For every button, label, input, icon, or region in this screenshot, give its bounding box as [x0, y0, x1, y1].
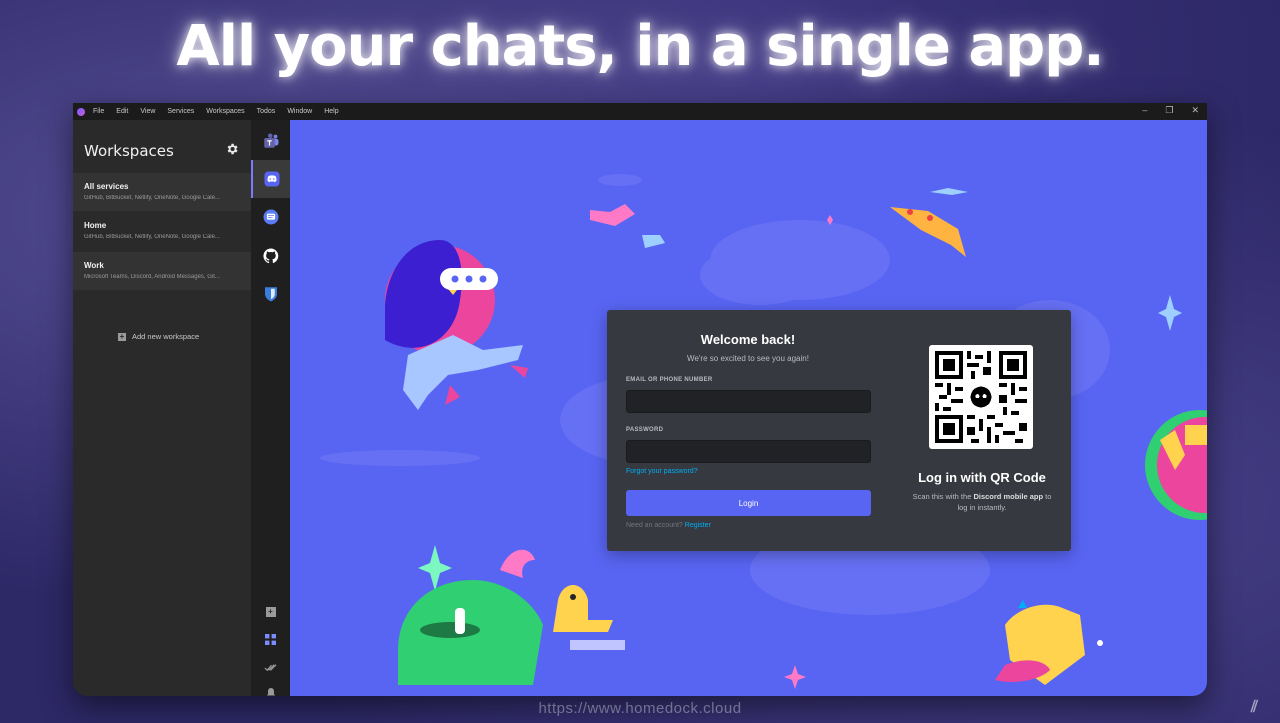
notifications-button[interactable] — [251, 680, 290, 696]
workspaces-sidebar: Workspaces All services GitHub, BitBucke… — [73, 120, 251, 696]
menu-edit[interactable]: Edit — [116, 108, 128, 115]
grid-icon — [265, 633, 276, 645]
workspace-services: Microsoft Teams, Discord, Android Messag… — [84, 274, 220, 280]
login-button[interactable]: Login — [626, 490, 871, 516]
watermark-logo-icon: ⫽ — [1250, 699, 1258, 716]
close-icon[interactable]: ✕ — [1191, 105, 1199, 116]
qr-code — [929, 345, 1033, 449]
double-check-icon — [264, 663, 277, 671]
workspace-work[interactable]: Work Microsoft Teams, Discord, Android M… — [73, 252, 251, 290]
qr-code-icon — [935, 351, 1027, 443]
qr-description: Scan this with the Discord mobile app to… — [907, 491, 1057, 513]
password-field[interactable] — [626, 440, 871, 463]
workspace-name: All services — [84, 182, 129, 191]
discord-icon — [264, 171, 279, 187]
plus-icon: + — [265, 607, 276, 617]
service-discord[interactable] — [251, 160, 290, 198]
workspace-name: Work — [84, 261, 104, 270]
forgot-password-link[interactable]: Forgot your password? — [626, 468, 698, 475]
workspace-name: Home — [84, 221, 107, 230]
workspace-services: GitHub, BitBucket, Netlify, OneNote, Goo… — [84, 195, 220, 201]
register-link[interactable]: Register — [685, 522, 711, 529]
workspace-home[interactable]: Home GitHub, BitBucket, Netlify, OneNote… — [73, 212, 251, 250]
workspace-services: GitHub, BitBucket, Netlify, OneNote, Goo… — [84, 234, 220, 240]
password-label: PASSWORD — [626, 427, 664, 433]
menu-file[interactable]: File — [93, 108, 104, 115]
restore-icon[interactable]: ❐ — [1165, 105, 1173, 116]
sidebar-title: Workspaces — [84, 142, 174, 160]
add-service-button[interactable]: + — [251, 600, 290, 624]
qr-desc-bold: Discord mobile app — [973, 492, 1044, 501]
bell-icon — [266, 687, 275, 695]
need-account-text: Need an account? — [626, 522, 683, 529]
login-card: Welcome back! We're so excited to see yo… — [607, 310, 1071, 551]
footer-url: https://www.homedock.cloud — [538, 700, 742, 717]
service-microsoft-teams[interactable] — [251, 122, 290, 160]
window-controls: – ❐ ✕ — [1142, 105, 1199, 116]
email-label: EMAIL OR PHONE NUMBER — [626, 377, 713, 383]
qr-title: Log in with QR Code — [918, 470, 1046, 485]
workspace-all-services[interactable]: All services GitHub, BitBucket, Netlify,… — [73, 173, 251, 211]
menu-services[interactable]: Services — [167, 108, 194, 115]
menu-window[interactable]: Window — [287, 108, 312, 115]
add-workspace-button[interactable]: + Add new workspace — [118, 332, 199, 341]
add-workspace-label: Add new workspace — [132, 332, 200, 341]
register-prompt: Need an account? Register — [626, 522, 711, 529]
login-subtitle: We're so excited to see you again! — [687, 354, 809, 363]
service-github[interactable] — [251, 237, 290, 275]
menu-todos[interactable]: Todos — [257, 108, 276, 115]
github-icon — [262, 248, 278, 264]
discord-webview: Welcome back! We're so excited to see yo… — [290, 120, 1207, 696]
email-field[interactable] — [626, 390, 871, 413]
bitwarden-icon — [264, 287, 277, 302]
app-window: File Edit View Services Workspaces Todos… — [73, 103, 1207, 696]
gear-icon[interactable] — [225, 142, 239, 156]
menubar: File Edit View Services Workspaces Todos… — [73, 103, 1207, 120]
app-logo-icon — [77, 107, 85, 116]
workspaces-grid-button[interactable] — [251, 627, 290, 651]
headline: All your chats, in a single app. — [176, 14, 1104, 79]
qr-desc-part1: Scan this with the — [912, 492, 974, 501]
service-bitwarden[interactable] — [251, 275, 290, 313]
minimize-icon[interactable]: – — [1142, 105, 1147, 116]
microsoft-teams-icon — [263, 133, 278, 148]
plus-icon: + — [118, 331, 126, 341]
login-title: Welcome back! — [700, 332, 796, 347]
menu-workspaces[interactable]: Workspaces — [206, 108, 244, 115]
android-messages-icon — [263, 209, 278, 225]
services-bar: + — [251, 120, 290, 696]
menu-help[interactable]: Help — [324, 108, 338, 115]
service-android-messages[interactable] — [251, 198, 290, 236]
todos-button[interactable] — [251, 655, 290, 679]
menu-view[interactable]: View — [140, 108, 155, 115]
